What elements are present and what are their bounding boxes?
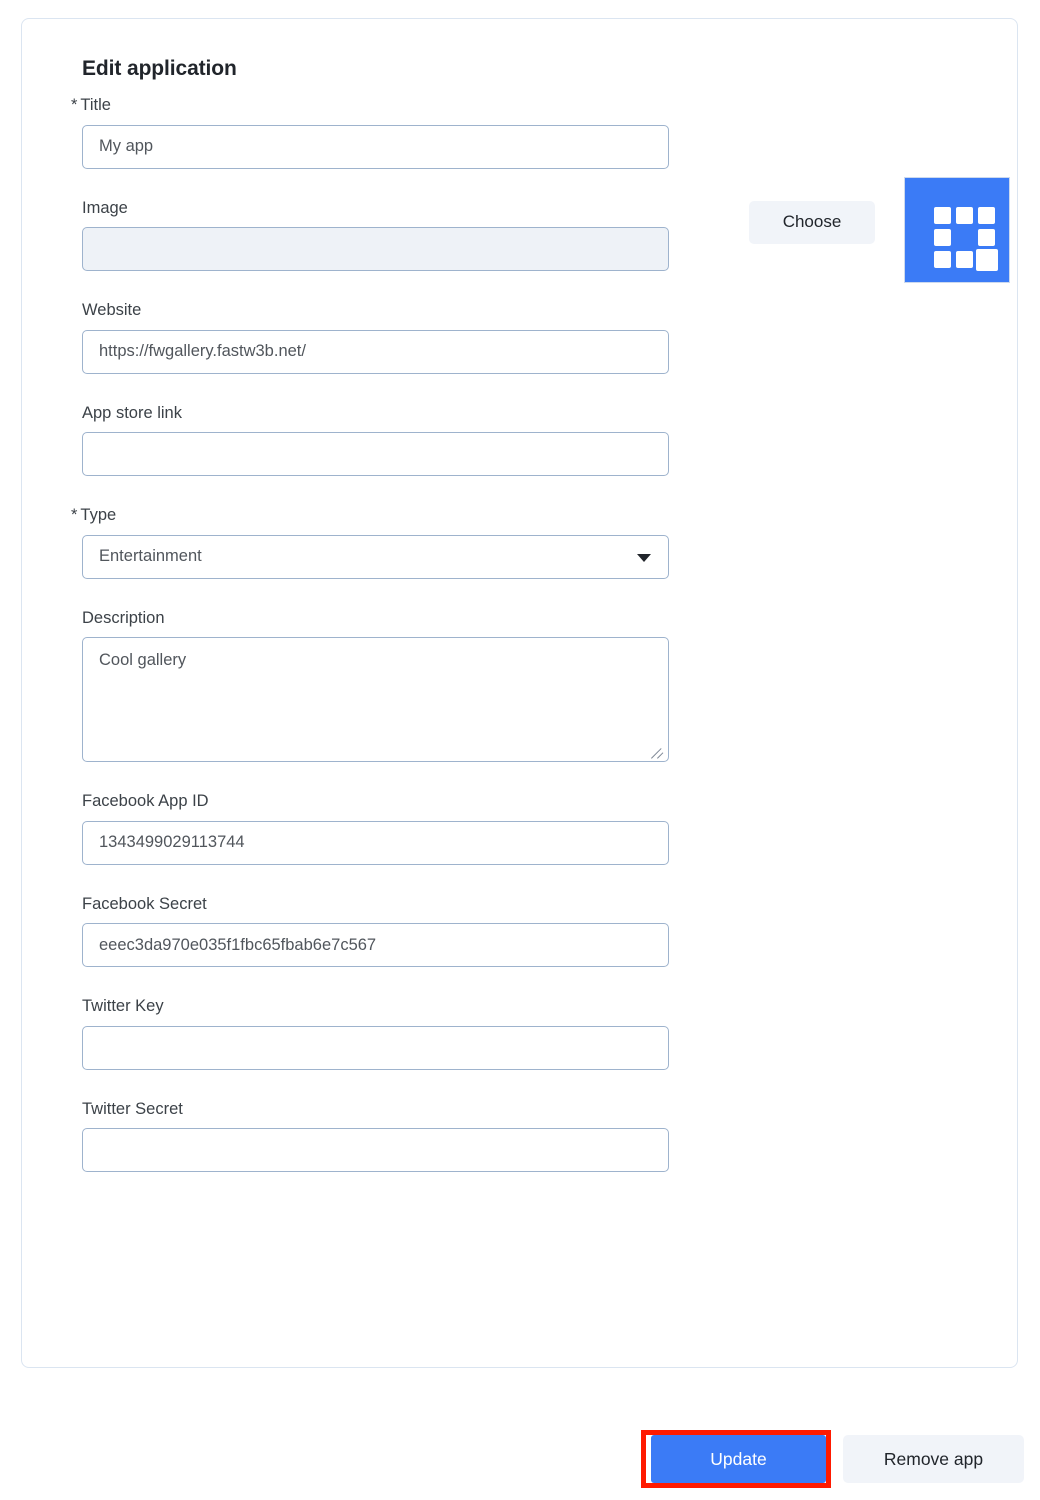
facebook-app-id-input[interactable] [82,820,669,865]
app-store-link-input[interactable] [82,432,669,476]
update-button[interactable]: Update [651,1435,826,1483]
twitter-secret-input[interactable] [82,1128,669,1172]
edit-application-form: *Title Image Choose [71,96,1010,1172]
app-grid-icon [904,176,1010,283]
required-marker: * [71,506,78,524]
field-website-label: Website [82,301,142,319]
type-select[interactable] [82,534,669,579]
field-description: Description Cool gallery [82,608,977,762]
field-twitter-secret: Twitter Secret [82,1099,977,1172]
field-type: * Type [71,506,977,579]
field-description-label: Description [82,608,165,627]
edit-application-page: Edit application *Title Image Choose [0,0,1040,1500]
field-website: Website [82,302,977,374]
field-twitter-secret-label: Twitter Secret [82,1099,183,1118]
choose-image-button[interactable]: Choose [749,200,875,244]
field-type-label-text: Type [80,506,117,524]
edit-application-card: Edit application *Title Image Choose [21,18,1018,1368]
type-select-wrapper[interactable] [82,534,669,579]
required-marker: * [71,96,78,114]
field-title-label-text: Title [80,96,111,114]
page-title: Edit application [82,57,237,80]
field-type-label: * Type [71,506,977,535]
field-twitter-key-label: Twitter Key [82,997,164,1015]
title-input[interactable] [82,124,669,169]
field-facebook-app-id-label: Facebook App ID [82,792,209,810]
remove-app-button[interactable]: Remove app [843,1435,1024,1483]
image-input[interactable] [82,227,669,271]
field-title: * Title [71,96,977,169]
field-app-store-link-label: App store link [82,403,182,422]
field-app-store-link: App store link [82,403,977,476]
field-twitter-key: Twitter Key [82,998,977,1070]
website-input[interactable] [82,329,669,374]
facebook-secret-input[interactable] [82,923,669,967]
twitter-key-input[interactable] [82,1025,669,1070]
field-image: Image Choose [82,176,1010,283]
description-textarea[interactable]: Cool gallery [82,637,669,762]
field-title-label: * Title [71,96,977,125]
field-facebook-app-id: Facebook App ID [82,793,977,865]
field-facebook-secret-label: Facebook Secret [82,894,207,913]
description-wrapper: Cool gallery [82,637,669,762]
field-facebook-secret: Facebook Secret [82,894,977,967]
form-actions: Update Remove app [0,1429,1040,1489]
